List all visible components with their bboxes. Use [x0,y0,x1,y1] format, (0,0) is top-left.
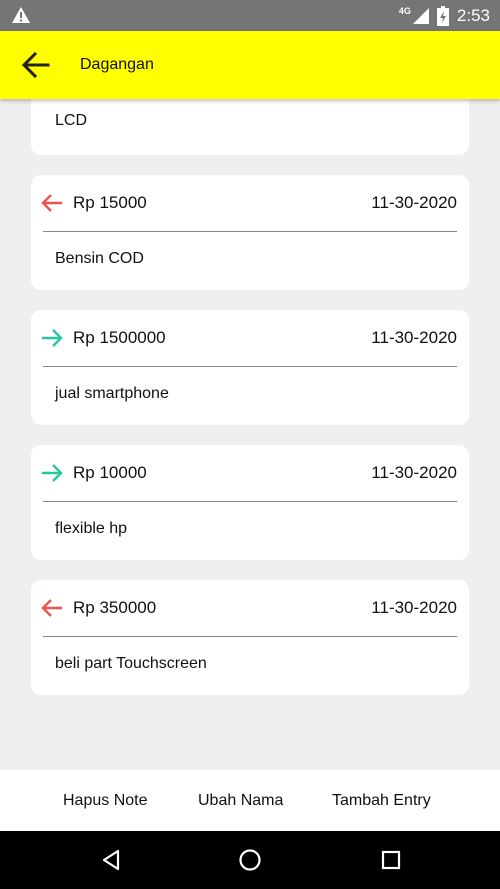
delete-note-button[interactable]: Hapus Note [63,770,148,831]
entry-note: Bensin COD [55,250,144,267]
arrow-in-icon [42,329,63,347]
entry-date: 11-30-2020 [371,193,457,212]
entry-note: jual smartphone [55,385,169,402]
entry-note: beli part Touchscreen [55,655,207,672]
entry-date: 11-30-2020 [371,463,457,482]
back-button[interactable] [18,48,54,82]
system-nav-bar [0,831,500,889]
arrow-in-icon [42,464,63,482]
add-entry-button[interactable]: Tambah Entry [332,770,431,831]
home-circle-icon [239,849,261,871]
nav-home-button[interactable] [235,845,265,875]
entry-card[interactable]: Rp 15000 11-30-2020 Bensin COD [31,175,469,290]
entry-amount: Rp 350000 [73,598,157,617]
entry-list: LCD Rp 15000 11-30-2020 Bensin COD Rp 15… [0,99,500,770]
page-title: Dagangan [80,56,154,73]
action-bar: Hapus Note Ubah Nama Tambah Entry [0,770,500,831]
entry-card[interactable]: Rp 10000 11-30-2020 flexible hp [31,445,469,560]
entry-card[interactable]: Rp 350000 11-30-2020 beli part Touchscre… [31,580,469,695]
app-bar: Dagangan [0,31,500,99]
nav-recents-button[interactable] [376,845,406,875]
entry-note: flexible hp [55,520,128,537]
rename-button[interactable]: Ubah Nama [198,770,283,831]
nav-back-button[interactable] [96,845,126,875]
entry-amount: Rp 15000 [73,193,147,212]
arrow-left-icon [22,52,50,78]
entry-card[interactable]: LCD [31,99,469,155]
entry-card[interactable]: Rp 1500000 11-30-2020 jual smartphone [31,310,469,425]
entry-date: 11-30-2020 [371,598,457,617]
entry-amount: Rp 1500000 [73,328,166,347]
signal-icon [412,7,429,24]
recents-square-icon [381,850,401,870]
warning-icon [12,7,30,23]
battery-charging-icon [436,5,449,26]
entry-amount: Rp 10000 [73,463,147,482]
entry-note: LCD [55,112,88,129]
status-bar: 4G 2:53 [0,0,500,31]
entry-date: 11-30-2020 [371,328,457,347]
network-type-label: 4G [398,5,411,16]
arrow-out-icon [41,194,62,212]
status-time: 2:53 [456,5,490,25]
back-triangle-icon [102,849,120,871]
arrow-out-icon [41,599,62,617]
